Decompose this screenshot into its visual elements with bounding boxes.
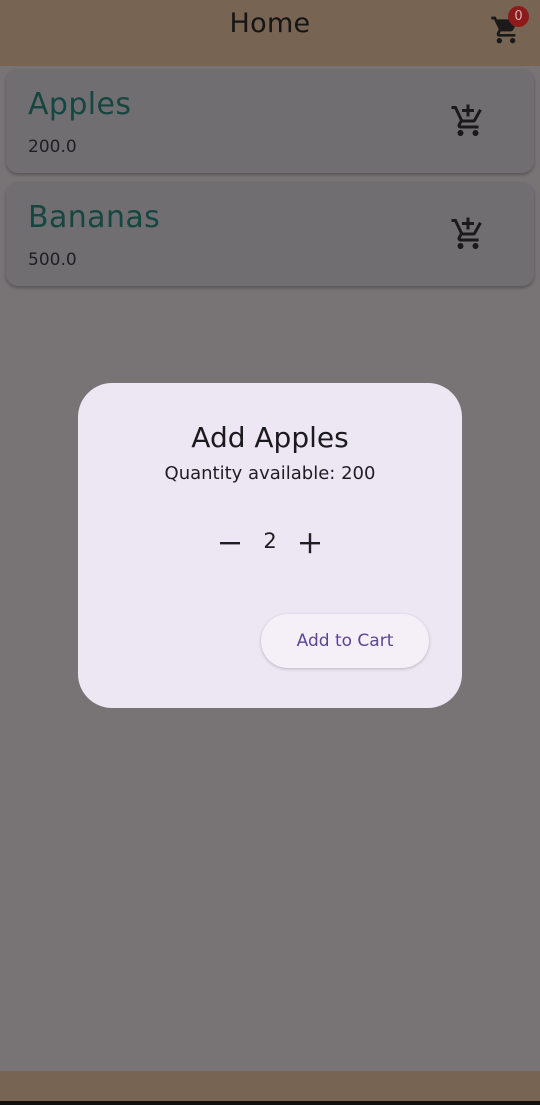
product-price: 500.0 xyxy=(28,250,77,270)
page-title: Home xyxy=(229,8,311,39)
product-name: Bananas xyxy=(28,200,161,235)
bottom-bar xyxy=(0,1071,540,1101)
app-bar: Home 0 xyxy=(0,0,540,66)
product-price: 200.0 xyxy=(28,137,77,157)
product-name: Apples xyxy=(28,87,132,122)
product-card-apples[interactable]: Apples 200.0 xyxy=(6,69,534,173)
decrement-button[interactable] xyxy=(212,525,248,561)
minus-icon xyxy=(220,542,240,545)
cart-count-badge: 0 xyxy=(508,6,529,27)
system-nav-edge xyxy=(0,1101,540,1105)
add-to-cart-icon-button[interactable] xyxy=(448,214,488,254)
quantity-available-text: Quantity available: 200 xyxy=(164,463,376,484)
add-to-cart-button[interactable]: Add to Cart xyxy=(261,614,429,668)
add-to-cart-icon-button[interactable] xyxy=(448,101,488,141)
cart-button[interactable]: 0 xyxy=(488,6,529,50)
product-card-bananas[interactable]: Bananas 500.0 xyxy=(6,182,534,286)
plus-icon xyxy=(300,533,320,554)
add-shopping-cart-icon xyxy=(451,104,482,136)
add-item-dialog: Add Apples Quantity available: 200 2 Add… xyxy=(78,383,462,708)
increment-button[interactable] xyxy=(292,525,328,561)
dialog-title: Add Apples xyxy=(191,421,349,454)
add-shopping-cart-icon xyxy=(451,217,482,249)
quantity-value: 2 xyxy=(263,529,277,553)
quantity-stepper: 2 xyxy=(78,525,462,561)
